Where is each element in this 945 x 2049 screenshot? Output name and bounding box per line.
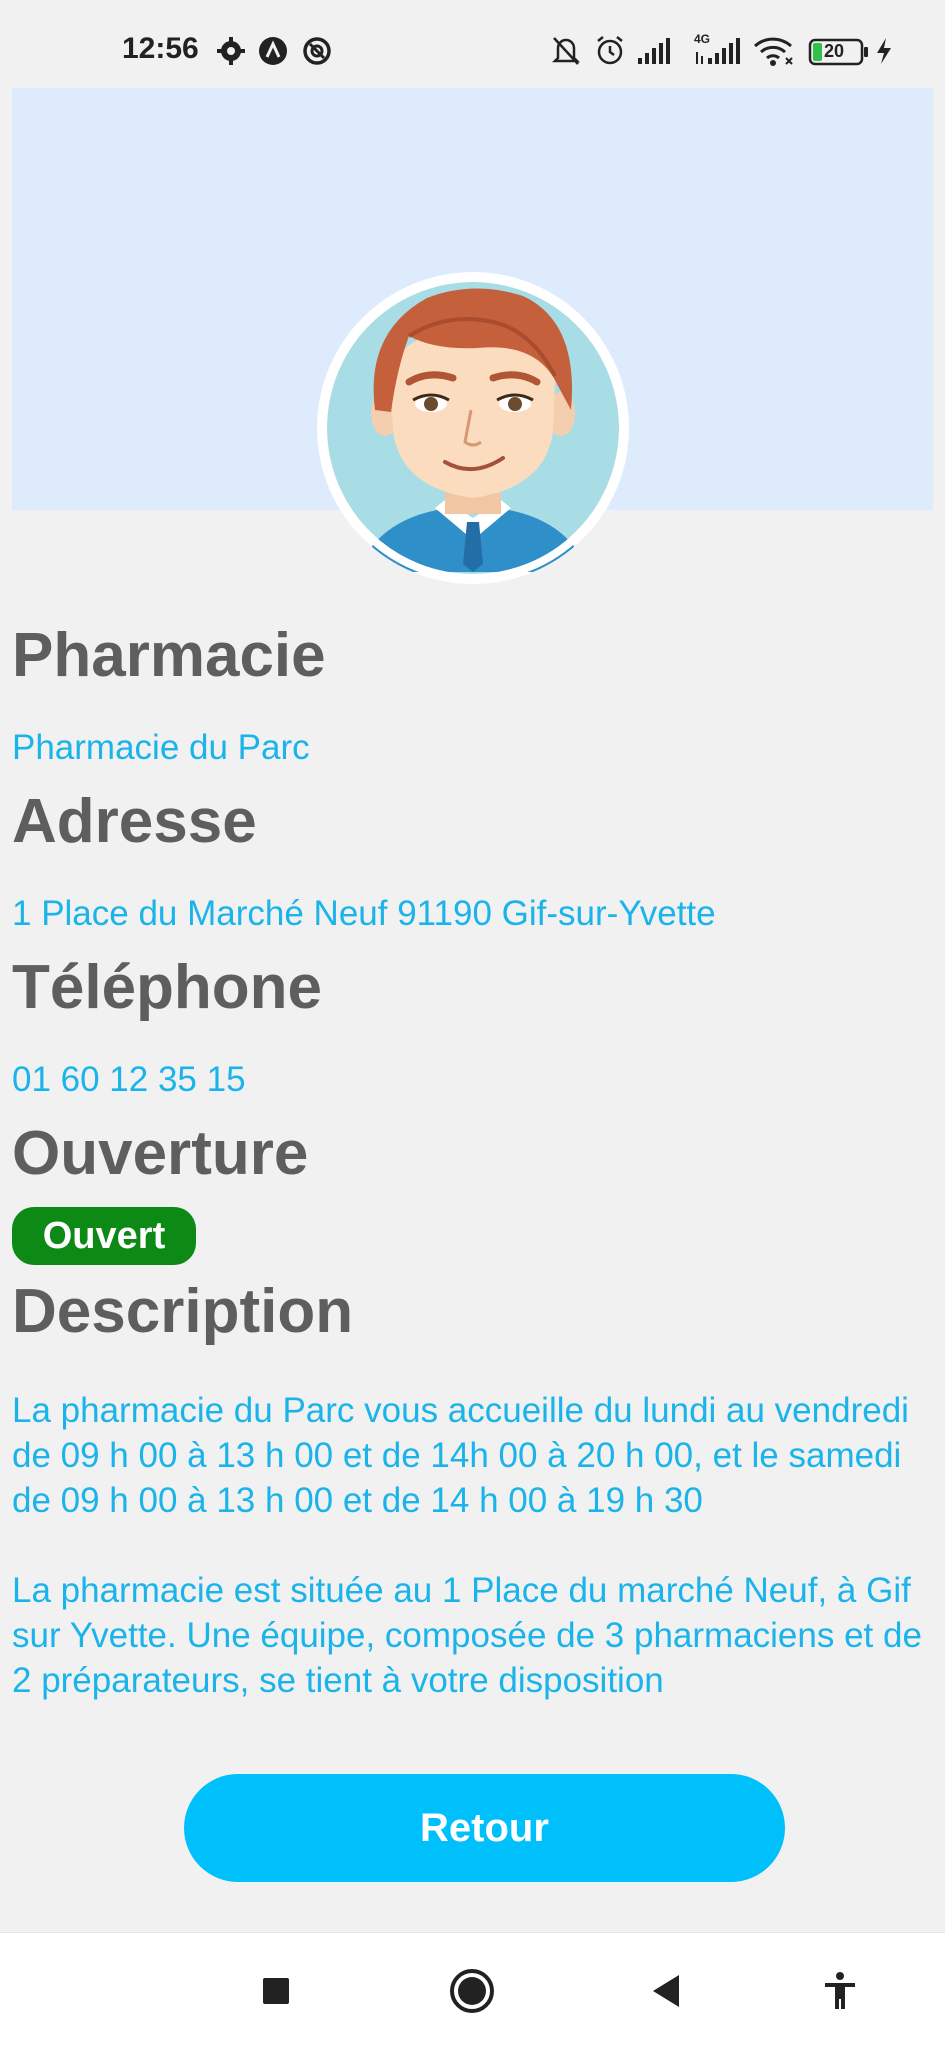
mute-icon [550,34,582,68]
recents-square-icon[interactable] [248,1963,304,2019]
adresse-value[interactable]: 1 Place du Marché Neuf 91190 Gif-sur-Yve… [12,894,716,934]
wifi-icon [752,34,796,68]
description-title: Description [12,1277,354,1346]
ouverture-title: Ouverture [12,1119,309,1188]
home-circle-icon[interactable] [444,1963,500,2019]
status-badge: Ouvert [12,1207,196,1265]
pharmacie-title: Pharmacie [12,621,326,690]
battery-icon: 20 [808,34,870,68]
accessibility-icon[interactable] [812,1963,868,2019]
network-label: 4G [694,32,711,46]
gear-icon [216,36,246,66]
navigation-bar [0,1932,945,2049]
back-button[interactable]: Retour [184,1774,785,1882]
telephone-title: Téléphone [12,953,323,1022]
pharmacie-name: Pharmacie du Parc [12,728,310,767]
4g-signal-icon: 4G [692,32,742,68]
adresse-title: Adresse [12,787,257,856]
battery-level: 20 [824,41,845,61]
pharmacist-avatar [317,272,629,584]
description-paragraph-2: La pharmacie est située au 1 Place du ma… [12,1571,922,1700]
description-paragraph-1: La pharmacie du Parc vous accueille du l… [12,1391,909,1520]
app-icon-a [258,36,288,66]
app-icon-at [302,36,332,66]
alarm-icon [594,34,626,68]
back-triangle-icon[interactable] [638,1963,694,2019]
telephone-value[interactable]: 01 60 12 35 15 [12,1060,246,1100]
signal-icon [636,34,674,68]
status-time: 12:56 [122,32,199,65]
status-bar: 12:56 4G 20 [0,0,945,86]
description-text: La pharmacie du Parc vous accueille du l… [12,1388,937,1746]
charging-icon [874,34,894,68]
